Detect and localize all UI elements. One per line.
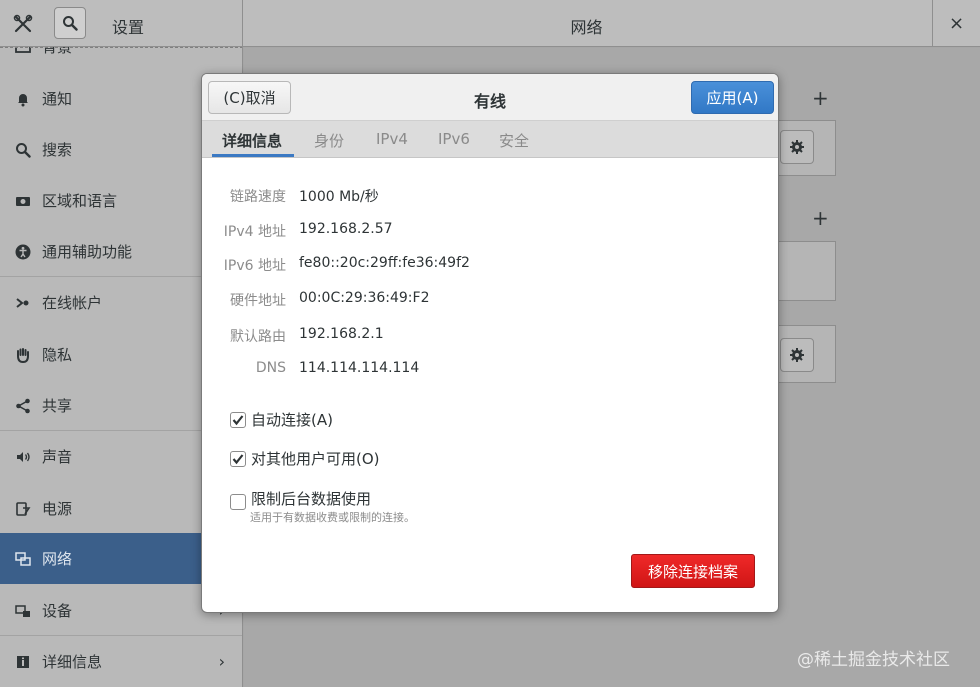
sidebar-item-label: 声音 — [42, 448, 73, 466]
battery-icon — [14, 500, 32, 518]
devices-icon — [14, 602, 32, 620]
header-left-pane: 设置 — [0, 0, 243, 47]
hardware-address-value: 00:0C:29:36:49:F2 — [299, 290, 430, 306]
auto-connect-label: 自动连接(A) — [251, 411, 333, 429]
dialog-header: (C)取消 有线 应用(A) — [202, 74, 778, 121]
header-bar: 设置 网络 × — [0, 0, 980, 47]
gear-icon — [790, 140, 804, 154]
scroll-edge — [0, 47, 242, 48]
sidebar-item-label: 详细信息 — [42, 653, 103, 671]
search-icon — [63, 16, 78, 31]
watermark: @稀土掘金技术社区 — [797, 650, 950, 670]
chevron-right-icon: › — [218, 652, 225, 671]
default-route-row: 默认路由 192.168.2.1 — [202, 326, 778, 348]
tab-ipv6[interactable]: IPv6 — [438, 130, 470, 148]
sidebar-item-background[interactable]: 背景 — [0, 47, 242, 72]
network-icon — [14, 550, 32, 568]
all-users-checkbox[interactable] — [230, 450, 246, 467]
sidebar-item-label: 搜索 — [42, 141, 73, 159]
link-speed-value: 1000 Mb/秒 — [299, 189, 379, 205]
search-button[interactable] — [54, 7, 86, 39]
tab-security[interactable]: 安全 — [499, 130, 529, 151]
auto-connect-row[interactable]: 自动连接(A) — [230, 409, 333, 430]
auto-connect-checkbox[interactable] — [230, 411, 246, 428]
tab-ipv4[interactable]: IPv4 — [376, 130, 408, 148]
sidebar-item-label: 通用辅助功能 — [42, 243, 133, 261]
default-route-value: 192.168.2.1 — [299, 326, 384, 342]
tab-bar: 详细信息 身份 IPv4 IPv6 安全 — [202, 121, 778, 158]
hardware-address-label: 硬件地址 — [230, 293, 286, 309]
info-icon — [14, 653, 32, 671]
ipv6-address-label: IPv6 地址 — [223, 258, 286, 274]
all-users-label: 对其他用户可用(O) — [251, 450, 380, 468]
gear-icon — [790, 348, 804, 362]
hardware-address-row: 硬件地址 00:0C:29:36:49:F2 — [202, 290, 778, 312]
sidebar-item-label: 在线帐户 — [42, 294, 103, 312]
remove-connection-button[interactable]: 移除连接档案 — [631, 554, 755, 588]
all-users-row[interactable]: 对其他用户可用(O) — [230, 448, 380, 469]
sidebar-item-label: 电源 — [42, 500, 73, 518]
close-button[interactable]: × — [932, 0, 980, 47]
metered-checkbox[interactable] — [230, 494, 246, 510]
ipv4-address-value: 192.168.2.57 — [299, 221, 393, 237]
tab-identity[interactable]: 身份 — [314, 130, 344, 151]
page-title: 网络 — [570, 18, 603, 37]
metered-row[interactable]: 限制后台数据使用 — [230, 486, 371, 510]
link-speed-row: 链路速度 1000 Mb/秒 — [202, 186, 778, 208]
share-icon — [14, 397, 32, 415]
metered-description: 适用于有数据收费或限制的连接。 — [250, 511, 415, 524]
search-icon — [14, 141, 32, 159]
link-speed-label: 链路速度 — [230, 189, 286, 205]
ipv4-address-row: IPv4 地址 192.168.2.57 — [202, 221, 778, 243]
tools-icon[interactable] — [10, 11, 36, 37]
speaker-icon — [14, 448, 32, 466]
sidebar-item-label: 共享 — [42, 397, 73, 415]
tab-details[interactable]: 详细信息 — [222, 130, 282, 151]
settings-title: 设置 — [112, 18, 145, 37]
hand-icon — [14, 346, 32, 364]
sidebar-item-label: 背景 — [42, 47, 73, 56]
ipv4-address-label: IPv4 地址 — [223, 224, 286, 240]
ipv6-address-row: IPv6 地址 fe80::20c:29ff:fe36:49f2 — [202, 255, 778, 277]
metered-label: 限制后台数据使用 — [251, 489, 372, 508]
dns-label: DNS — [255, 360, 286, 376]
checkmark-icon — [232, 414, 244, 425]
proxy-settings-button[interactable] — [780, 338, 814, 372]
add-vpn-button[interactable]: + — [812, 206, 829, 230]
sidebar-item-label: 通知 — [42, 90, 73, 108]
wired-settings-button[interactable] — [780, 130, 814, 164]
active-tab-indicator — [212, 154, 294, 157]
dns-row: DNS 114.114.114.114 — [202, 360, 778, 382]
default-route-label: 默认路由 — [230, 329, 286, 345]
wired-dialog: (C)取消 有线 应用(A) 详细信息 身份 IPv4 IPv6 安全 链路速度… — [201, 73, 779, 613]
sidebar-item-label: 隐私 — [42, 346, 73, 364]
apply-button[interactable]: 应用(A) — [691, 81, 774, 114]
add-connection-button[interactable]: + — [812, 86, 829, 110]
bell-icon — [14, 90, 32, 108]
sidebar-item-label: 设备 — [42, 602, 73, 620]
ipv6-address-value: fe80::20c:29ff:fe36:49f2 — [299, 255, 470, 271]
sidebar-item-details[interactable]: 详细信息 › — [0, 636, 242, 687]
online-accounts-icon — [14, 294, 32, 312]
close-icon: × — [948, 13, 965, 34]
image-icon — [14, 47, 32, 56]
camera-icon — [14, 192, 32, 210]
dns-value: 114.114.114.114 — [299, 360, 420, 376]
sidebar-item-label: 网络 — [42, 550, 73, 568]
accessibility-icon — [14, 243, 32, 261]
checkmark-icon — [232, 453, 244, 464]
sidebar-item-label: 区域和语言 — [42, 192, 118, 210]
